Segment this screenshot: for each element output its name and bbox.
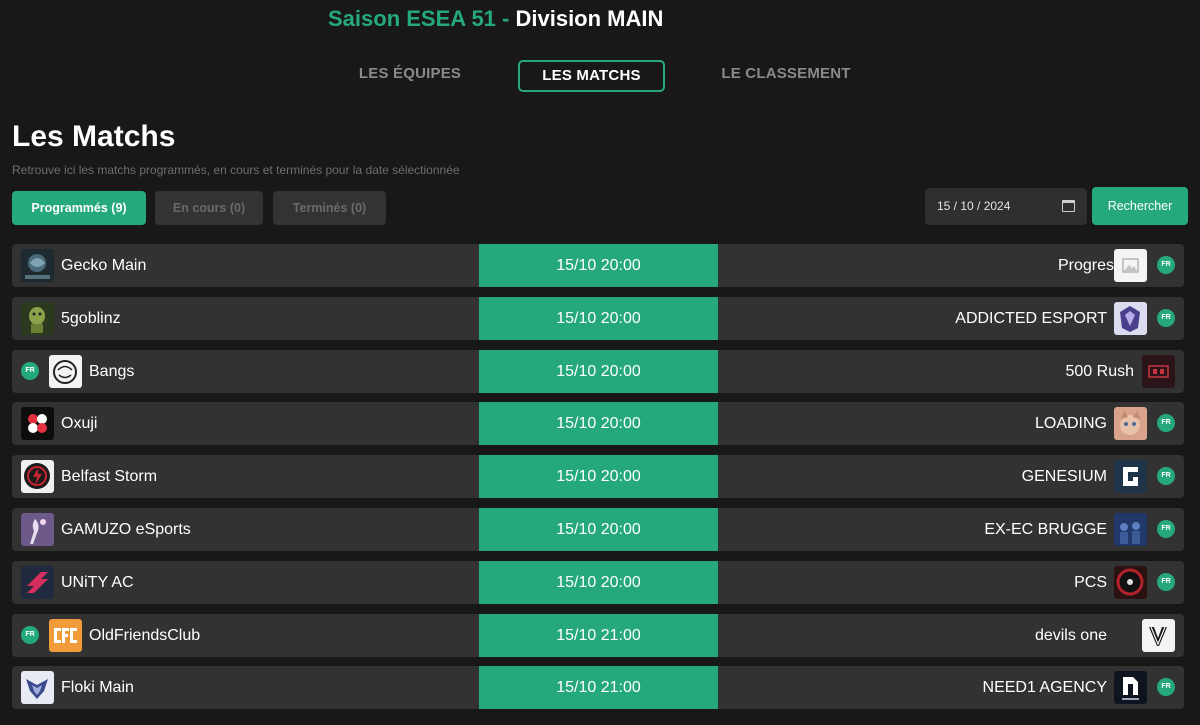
match-row[interactable]: Floki Main 15/10 21:00 NEED1 AGENCY FR: [12, 666, 1184, 709]
team-name-right[interactable]: EX-EC BRUGGE: [984, 508, 1107, 551]
page: Saison ESEA 51 - Division MAIN LES ÉQUIP…: [0, 0, 1200, 725]
team-logo-left: [21, 671, 54, 704]
match-row[interactable]: FR OldFriendsClub 15/10 21:00 devils one: [12, 614, 1184, 657]
main-nav: LES ÉQUIPES LES MATCHS LE CLASSEMENT: [0, 60, 1200, 92]
match-time: 15/10 21:00: [479, 666, 718, 709]
team-logo-left: [21, 407, 54, 440]
team-logo-left: [21, 302, 54, 335]
match-row[interactable]: GAMUZO eSports 15/10 20:00 EX-EC BRUGGE …: [12, 508, 1184, 551]
team-name-left[interactable]: Oxuji: [61, 402, 97, 445]
team-name-right[interactable]: NEED1 AGENCY: [983, 666, 1107, 709]
team-name-right[interactable]: ADDICTED ESPORT: [955, 297, 1107, 340]
match-time: 15/10 20:00: [479, 455, 718, 498]
team-logo-left: [21, 249, 54, 282]
country-badge: FR: [1157, 414, 1175, 432]
match-time: 15/10 20:00: [479, 561, 718, 604]
country-badge: FR: [1157, 678, 1175, 696]
search-button[interactable]: Rechercher: [1092, 187, 1188, 225]
nav-tab-standings[interactable]: LE CLASSEMENT: [708, 60, 864, 92]
team-name-left[interactable]: OldFriendsClub: [89, 614, 200, 657]
team-name-right[interactable]: Progress: [1058, 244, 1122, 287]
calendar-icon[interactable]: [1062, 200, 1075, 212]
team-logo-left: [21, 566, 54, 599]
match-row[interactable]: Gecko Main 15/10 20:00 Progress FR: [12, 244, 1184, 287]
team-logo-left: [21, 513, 54, 546]
division-name: Division MAIN: [515, 6, 664, 31]
date-input[interactable]: 15 / 10 / 2024: [925, 188, 1087, 225]
filter-finished-button[interactable]: Terminés (0): [273, 191, 386, 225]
team-name-left[interactable]: Bangs: [89, 350, 134, 393]
match-time: 15/10 20:00: [479, 402, 718, 445]
match-time: 15/10 20:00: [479, 350, 718, 393]
country-badge: FR: [1157, 520, 1175, 538]
country-badge: FR: [21, 626, 39, 644]
country-badge: FR: [1157, 309, 1175, 327]
page-title: Saison ESEA 51 - Division MAIN: [328, 6, 663, 32]
team-name-left[interactable]: UNiTY AC: [61, 561, 134, 604]
team-name-left[interactable]: Gecko Main: [61, 244, 146, 287]
team-logo-right: [1114, 302, 1147, 335]
filter-ongoing-button[interactable]: En cours (0): [155, 191, 263, 225]
team-name-left[interactable]: Belfast Storm: [61, 455, 157, 498]
match-row[interactable]: 5goblinz 15/10 20:00 ADDICTED ESPORT FR: [12, 297, 1184, 340]
team-name-right[interactable]: LOADING: [1035, 402, 1107, 445]
date-value: 15 / 10 / 2024: [937, 199, 1011, 213]
image-placeholder-icon: [1114, 249, 1147, 282]
nav-tab-teams[interactable]: LES ÉQUIPES: [345, 60, 475, 92]
team-name-right[interactable]: GENESIUM: [1022, 455, 1107, 498]
team-logo-right: [1114, 460, 1147, 493]
team-logo-left: [49, 619, 82, 652]
match-time: 15/10 20:00: [479, 244, 718, 287]
country-badge: FR: [1157, 467, 1175, 485]
country-badge: FR: [1157, 573, 1175, 591]
filter-scheduled-button[interactable]: Programmés (9): [12, 191, 146, 225]
team-name-left[interactable]: GAMUZO eSports: [61, 508, 191, 551]
team-name-right[interactable]: PCS: [1074, 561, 1107, 604]
match-row[interactable]: Belfast Storm 15/10 20:00 GENESIUM FR: [12, 455, 1184, 498]
team-logo-right: [1142, 355, 1175, 388]
match-row[interactable]: Oxuji 15/10 20:00 LOADING FR: [12, 402, 1184, 445]
team-logo-left: [49, 355, 82, 388]
team-name-right[interactable]: 500 Rush: [1066, 350, 1135, 393]
season-name: Saison ESEA 51 -: [328, 6, 516, 31]
country-badge: FR: [1157, 256, 1175, 274]
team-logo-right: [1114, 566, 1147, 599]
match-time: 15/10 20:00: [479, 297, 718, 340]
match-row[interactable]: FR Bangs 15/10 20:00 500 Rush: [12, 350, 1184, 393]
section-subtitle: Retrouve ici les matchs programmés, en c…: [12, 163, 460, 177]
country-badge: FR: [21, 362, 39, 380]
team-name-left[interactable]: Floki Main: [61, 666, 134, 709]
team-logo-left: [21, 460, 54, 493]
team-name-right[interactable]: devils one: [1035, 614, 1107, 657]
team-logo-right: [1114, 407, 1147, 440]
match-time: 15/10 21:00: [479, 614, 718, 657]
match-time: 15/10 20:00: [479, 508, 718, 551]
team-logo-right: [1142, 619, 1175, 652]
nav-tab-matches[interactable]: LES MATCHS: [518, 60, 665, 92]
team-logo-right: [1114, 671, 1147, 704]
team-logo-right: [1114, 513, 1147, 546]
section-title: Les Matchs: [12, 120, 176, 153]
match-row[interactable]: UNiTY AC 15/10 20:00 PCS FR: [12, 561, 1184, 604]
team-name-left[interactable]: 5goblinz: [61, 297, 121, 340]
